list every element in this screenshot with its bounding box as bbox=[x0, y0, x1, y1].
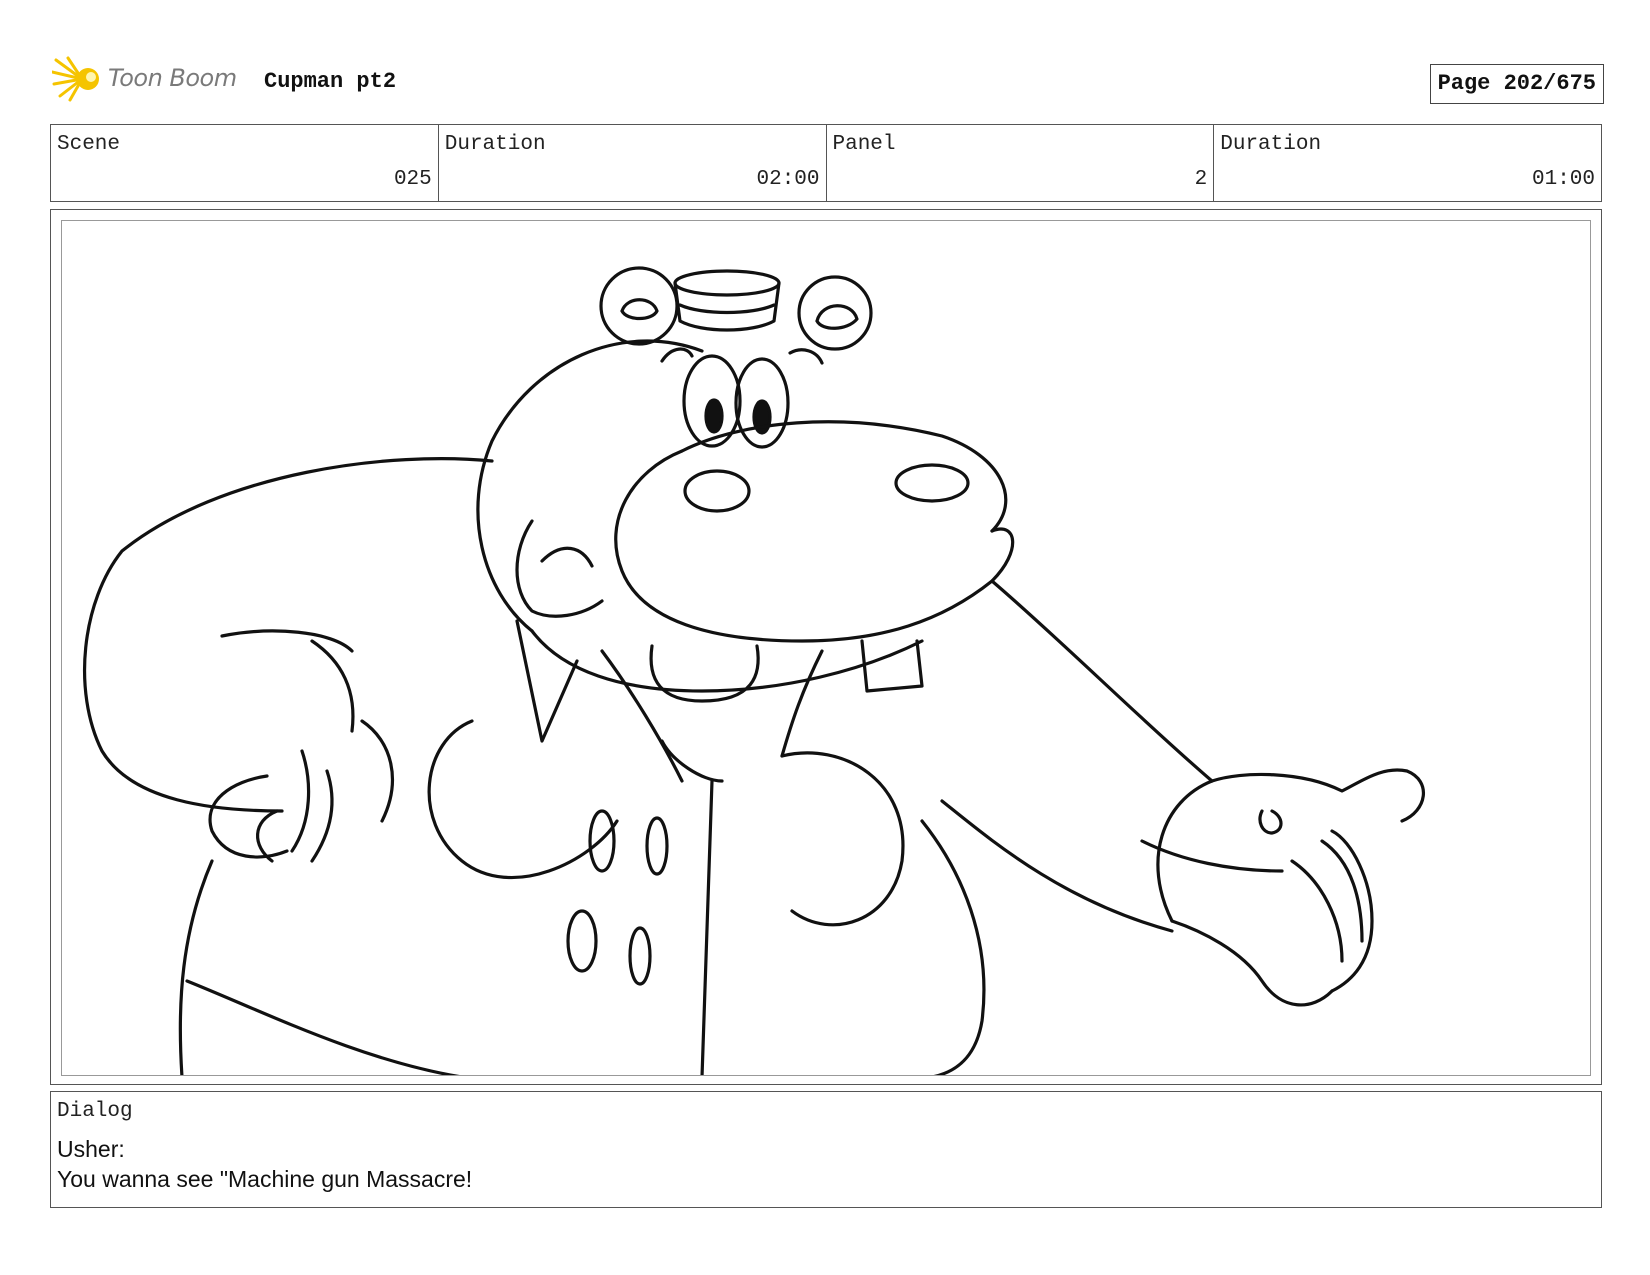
toon-boom-logo: Toon Boom bbox=[52, 56, 252, 102]
scene-cell: Scene 025 bbox=[51, 125, 439, 201]
panel-cell: Panel 2 bbox=[827, 125, 1215, 201]
hippo-usher-sketch-icon bbox=[82, 266, 1425, 1075]
dialog-box: Dialog Usher: You wanna see "Machine gun… bbox=[50, 1091, 1602, 1208]
panel-duration-cell: Duration 01:00 bbox=[1214, 125, 1601, 201]
scene-duration-cell: Duration 02:00 bbox=[439, 125, 827, 201]
panel-drawing-area bbox=[61, 220, 1591, 1076]
dialog-label: Dialog bbox=[57, 1100, 133, 1123]
page-number: Page 202/675 bbox=[1429, 64, 1604, 104]
scene-info-table: Scene 025 Duration 02:00 Panel 2 Duratio… bbox=[50, 124, 1602, 202]
scene-duration-label: Duration bbox=[444, 133, 546, 156]
dialog-text: You wanna see "Machine gun Massacre! bbox=[57, 1166, 473, 1192]
scene-label: Scene bbox=[57, 133, 121, 156]
panel-duration-value: 01:00 bbox=[1531, 168, 1595, 191]
panel-duration-label: Duration bbox=[1220, 133, 1322, 156]
logo-text: Toon Boom bbox=[108, 64, 237, 92]
scene-duration-value: 02:00 bbox=[756, 168, 820, 191]
panel-label: Panel bbox=[832, 133, 896, 156]
storyboard-panel bbox=[50, 209, 1602, 1085]
dialog-speaker: Usher: bbox=[57, 1136, 125, 1162]
starburst-icon bbox=[52, 56, 99, 102]
scene-value: 025 bbox=[393, 168, 432, 191]
panel-value: 2 bbox=[1194, 168, 1208, 191]
page-header: Toon Boom Cupman pt2 Page 202/675 bbox=[52, 54, 1604, 104]
project-title: Cupman pt2 bbox=[264, 69, 397, 94]
